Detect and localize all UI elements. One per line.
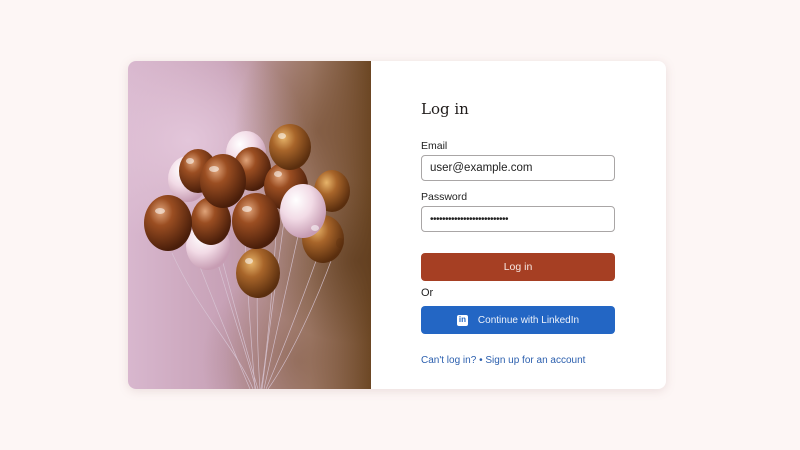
linkedin-button-label: Continue with LinkedIn	[477, 314, 580, 326]
linkedin-login-button[interactable]: in Continue with LinkedIn	[421, 306, 615, 334]
login-form: Log in Email Password Log in Or in Conti…	[371, 61, 666, 389]
linkedin-icon: in	[456, 314, 468, 326]
login-button[interactable]: Log in	[421, 253, 615, 281]
login-card: Log in Email Password Log in Or in Conti…	[128, 61, 666, 389]
balloons-illustration	[144, 124, 350, 389]
password-label: Password	[421, 191, 468, 203]
cant-login-link[interactable]: Can't log in?	[421, 355, 476, 366]
password-field[interactable]	[421, 206, 615, 232]
email-field[interactable]	[421, 155, 615, 181]
signup-link[interactable]: Sign up for an account	[485, 355, 585, 366]
or-divider-text: Or	[421, 287, 434, 299]
email-label: Email	[421, 140, 448, 152]
balloons-image	[128, 61, 371, 389]
help-links: Can't log in? • Sign up for an account	[421, 355, 585, 366]
link-separator: •	[479, 355, 483, 366]
page-title: Log in	[421, 100, 469, 118]
